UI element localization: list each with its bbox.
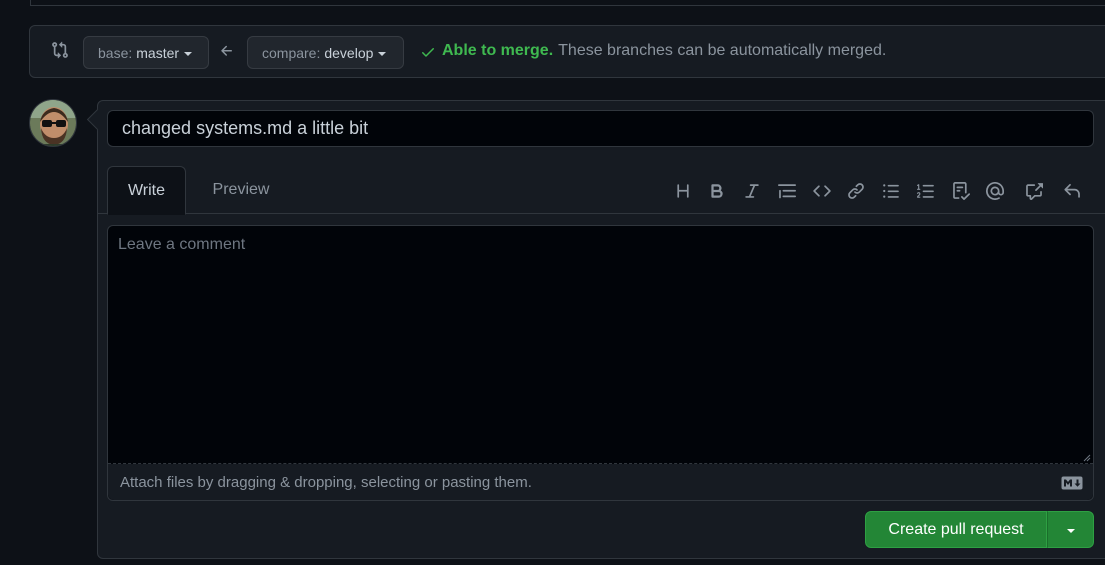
base-label: base: (98, 44, 133, 61)
caret-down-icon (378, 51, 387, 56)
pr-compare-page: base: master compare: develop Able to me… (0, 0, 1105, 565)
top-divider (30, 0, 1105, 6)
attach-hint: Attach files by dragging & dropping, sel… (120, 473, 532, 491)
file-attachment-bar[interactable]: Attach files by dragging & dropping, sel… (108, 464, 1093, 500)
reply-icon[interactable] (1062, 181, 1082, 201)
create-pr-button-group: Create pull request (865, 511, 1095, 548)
task-list-icon[interactable] (951, 181, 971, 201)
create-pull-request-button[interactable]: Create pull request (865, 511, 1047, 548)
link-icon[interactable] (846, 181, 866, 201)
compare-branch-name: develop (324, 44, 374, 61)
resize-grip-icon[interactable] (1083, 454, 1091, 462)
merge-message: These branches can be automatically merg… (558, 42, 887, 59)
arrow-left-icon (219, 43, 235, 59)
create-pr-dropdown-button[interactable] (1047, 511, 1094, 548)
git-compare-icon[interactable] (51, 41, 69, 59)
comment-textarea[interactable] (108, 226, 1093, 464)
merge-status: Able to merge. These branches can be aut… (420, 42, 886, 60)
tab-preview[interactable]: Preview (197, 166, 285, 214)
tab-write[interactable]: Write (107, 166, 186, 215)
base-branch-name: master (136, 44, 180, 61)
compare-label: compare: (262, 44, 321, 61)
markdown-icon[interactable] (1061, 476, 1083, 490)
merge-ok-text: Able to merge. (442, 42, 554, 59)
cross-reference-icon[interactable] (1024, 181, 1044, 201)
branch-range-bar: base: master compare: develop Able to me… (29, 25, 1105, 78)
editor-tabs: Write Preview (97, 166, 1105, 215)
comment-editor: Attach files by dragging & dropping, sel… (107, 225, 1094, 501)
caret-down-icon (184, 51, 193, 56)
italic-icon[interactable] (742, 181, 762, 201)
avatar[interactable] (29, 99, 77, 147)
caret-down-icon (1066, 528, 1075, 533)
pr-title-input[interactable] (107, 110, 1094, 147)
heading-icon[interactable] (673, 181, 693, 201)
compare-branch-select[interactable]: compare: develop (247, 36, 404, 69)
quote-icon[interactable] (777, 181, 797, 201)
numbered-list-icon[interactable] (916, 181, 936, 201)
base-branch-select[interactable]: base: master (83, 36, 209, 69)
pr-form: Write Preview (97, 100, 1105, 559)
check-icon (422, 48, 434, 57)
bold-icon[interactable] (707, 181, 727, 201)
mention-icon[interactable] (985, 181, 1005, 201)
bulleted-list-icon[interactable] (881, 181, 901, 201)
code-icon[interactable] (812, 181, 832, 201)
